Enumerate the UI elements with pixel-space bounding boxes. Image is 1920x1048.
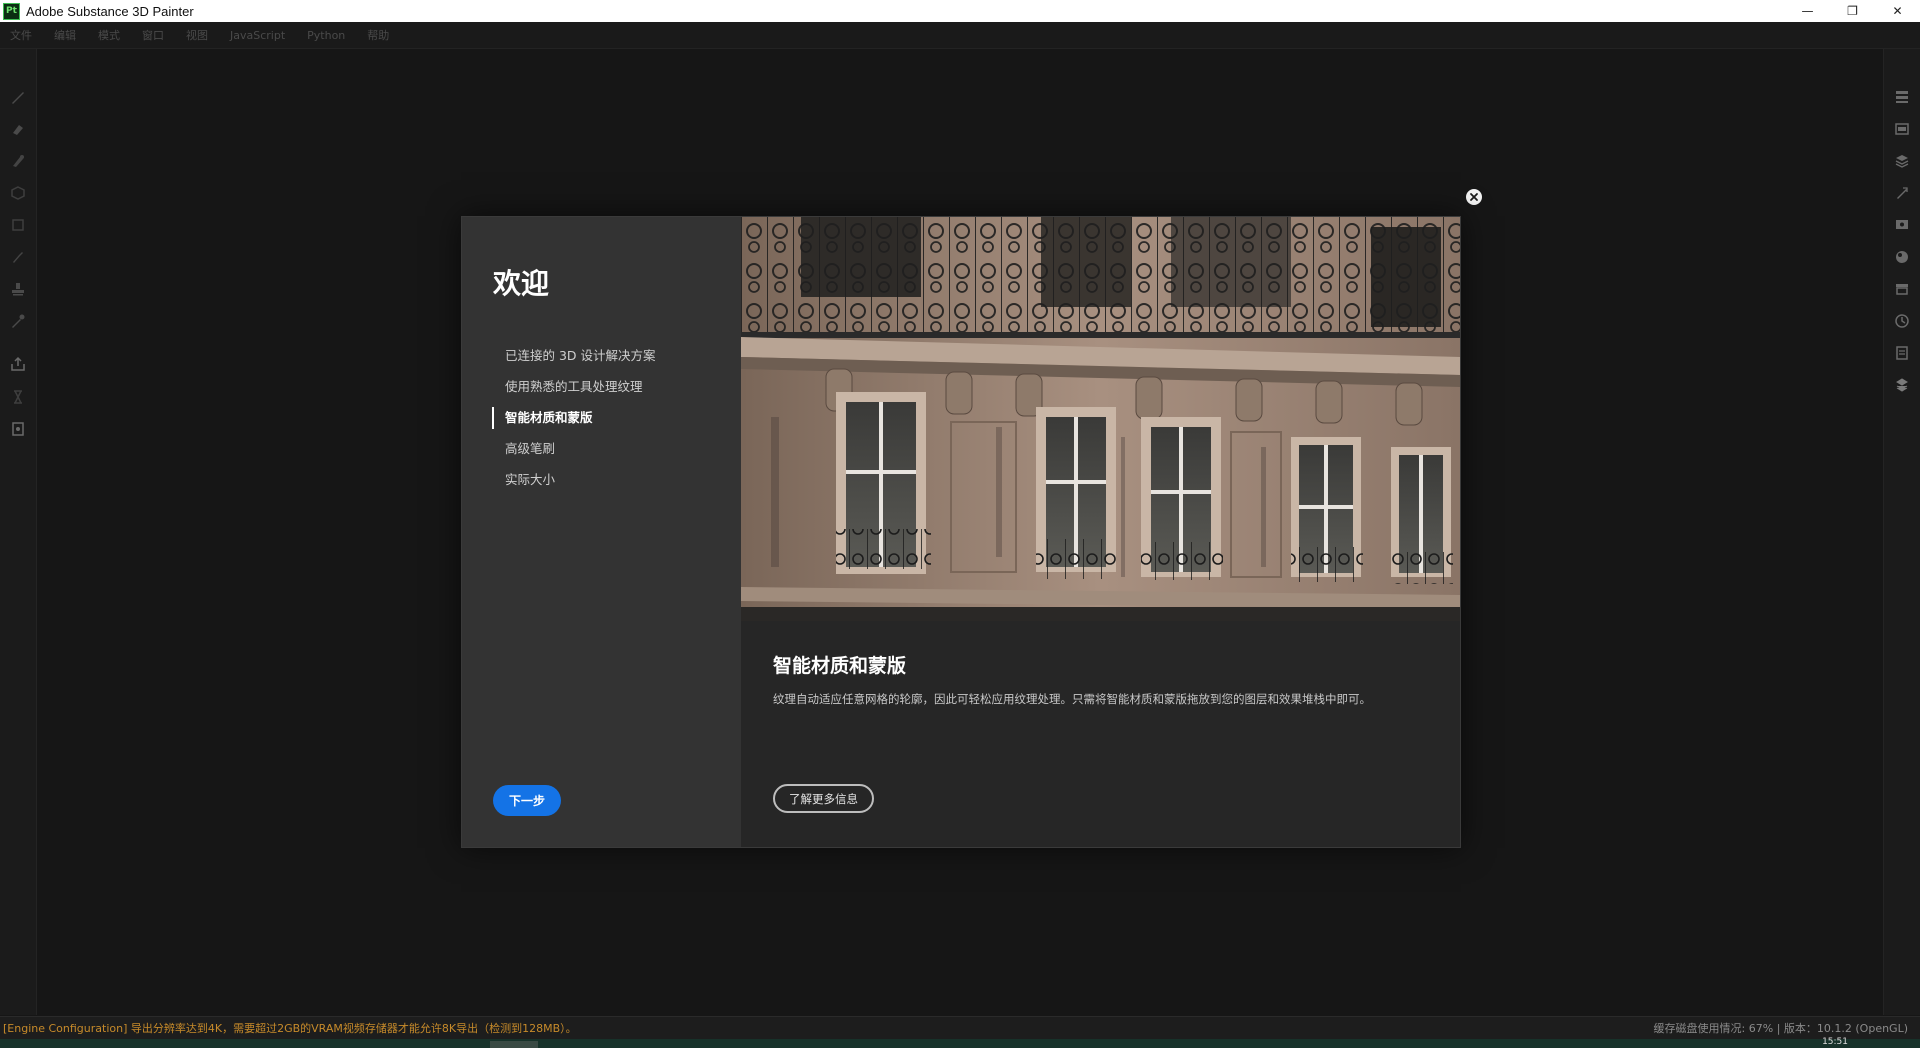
next-button[interactable]: 下一步 xyxy=(493,785,561,816)
nav-item-familiar-tools[interactable]: 使用熟悉的工具处理纹理 xyxy=(492,371,732,402)
content-description: 纹理自动适应任意网格的轮廓，因此可轻松应用纹理处理。只需将智能材质和蒙版拖放到您… xyxy=(773,692,1371,706)
menu-python[interactable]: Python xyxy=(296,29,356,42)
app-logo-icon: Pt xyxy=(3,2,20,20)
dialog-content-panel: 智能材质和蒙版 纹理自动适应任意网格的轮廓，因此可轻松应用纹理处理。只需将智能材… xyxy=(741,217,1460,847)
dialog-title: 欢迎 xyxy=(493,267,550,300)
menu-help[interactable]: 帮助 xyxy=(356,27,400,43)
polygon-fill-icon[interactable] xyxy=(8,215,28,235)
export-icon[interactable] xyxy=(8,354,28,374)
right-toolbar xyxy=(1883,49,1920,1015)
close-window-button[interactable]: ✕ xyxy=(1875,0,1920,22)
menu-bar: 文件 编辑 模式 窗口 视图 JavaScript Python 帮助 xyxy=(0,22,1920,49)
content-title: 智能材质和蒙版 xyxy=(773,655,907,677)
engine-warning-message: [Engine Configuration] 导出分辨率达到4K，需要超过2GB… xyxy=(3,1022,577,1035)
dialog-close-button[interactable] xyxy=(1466,189,1482,205)
eraser-icon[interactable] xyxy=(8,119,28,139)
title-bar: Pt Adobe Substance 3D Painter — ❐ ✕ xyxy=(0,0,1920,22)
layers-icon[interactable] xyxy=(1892,151,1912,171)
menu-mode[interactable]: 模式 xyxy=(87,27,131,43)
taskbar-thumb[interactable] xyxy=(490,1041,538,1048)
minimize-button[interactable]: — xyxy=(1785,0,1830,22)
texture-set-list-icon[interactable] xyxy=(1892,87,1912,107)
menu-file[interactable]: 文件 xyxy=(0,27,43,43)
nav-item-connected-solutions[interactable]: 已连接的 3D 设计解决方案 xyxy=(492,340,732,371)
hero-image-building-facade xyxy=(741,217,1460,621)
welcome-nav: 已连接的 3D 设计解决方案 使用熟悉的工具处理纹理 智能材质和蒙版 高级笔刷 … xyxy=(492,340,732,495)
nav-item-smart-materials[interactable]: 智能材质和蒙版 xyxy=(492,402,732,433)
bake-icon[interactable] xyxy=(8,387,28,407)
history-icon[interactable] xyxy=(1892,311,1912,331)
status-bar: [Engine Configuration] 导出分辨率达到4K，需要超过2GB… xyxy=(0,1016,1920,1039)
welcome-dialog: 欢迎 已连接的 3D 设计解决方案 使用熟悉的工具处理纹理 智能材质和蒙版 高级… xyxy=(461,216,1461,848)
document-icon[interactable] xyxy=(8,419,28,439)
nav-item-physical-size[interactable]: 实际大小 xyxy=(492,464,732,495)
menu-window[interactable]: 窗口 xyxy=(131,27,175,43)
substance-icon[interactable] xyxy=(1892,375,1912,395)
menu-view[interactable]: 视图 xyxy=(175,27,219,43)
version-info: 缓存磁盘使用情况: 67% | 版本：10.1.2 (OpenGL) xyxy=(1653,1022,1908,1035)
restore-button[interactable]: ❐ xyxy=(1830,0,1875,22)
color-picker-icon[interactable] xyxy=(8,311,28,331)
menu-javascript[interactable]: JavaScript xyxy=(219,29,296,42)
texture-set-settings-icon[interactable] xyxy=(1892,119,1912,139)
smudge-icon[interactable] xyxy=(8,247,28,267)
geometry-fill-icon[interactable] xyxy=(8,183,28,203)
dialog-left-panel: 欢迎 已连接的 3D 设计解决方案 使用熟悉的工具处理纹理 智能材质和蒙版 高级… xyxy=(462,217,741,847)
taskbar-clock: 15:51 xyxy=(1822,1037,1848,1047)
menu-edit[interactable]: 编辑 xyxy=(43,27,87,43)
display-settings-icon[interactable] xyxy=(1892,215,1912,235)
paint-brush-icon[interactable] xyxy=(8,87,28,107)
left-toolbar xyxy=(0,49,37,1015)
window-title: Adobe Substance 3D Painter xyxy=(26,3,194,19)
projection-icon[interactable] xyxy=(8,151,28,171)
clone-stamp-icon[interactable] xyxy=(8,279,28,299)
close-icon xyxy=(1470,193,1478,201)
shader-settings-icon[interactable] xyxy=(1892,247,1912,267)
taskbar-strip: 15:51 xyxy=(0,1037,1920,1048)
properties-icon[interactable] xyxy=(1892,183,1912,203)
log-icon[interactable] xyxy=(1892,343,1912,363)
shelf-icon[interactable] xyxy=(1892,279,1912,299)
learn-more-button[interactable]: 了解更多信息 xyxy=(773,784,874,813)
window-controls: — ❐ ✕ xyxy=(1785,0,1920,22)
nav-item-advanced-brushes[interactable]: 高级笔刷 xyxy=(492,433,732,464)
